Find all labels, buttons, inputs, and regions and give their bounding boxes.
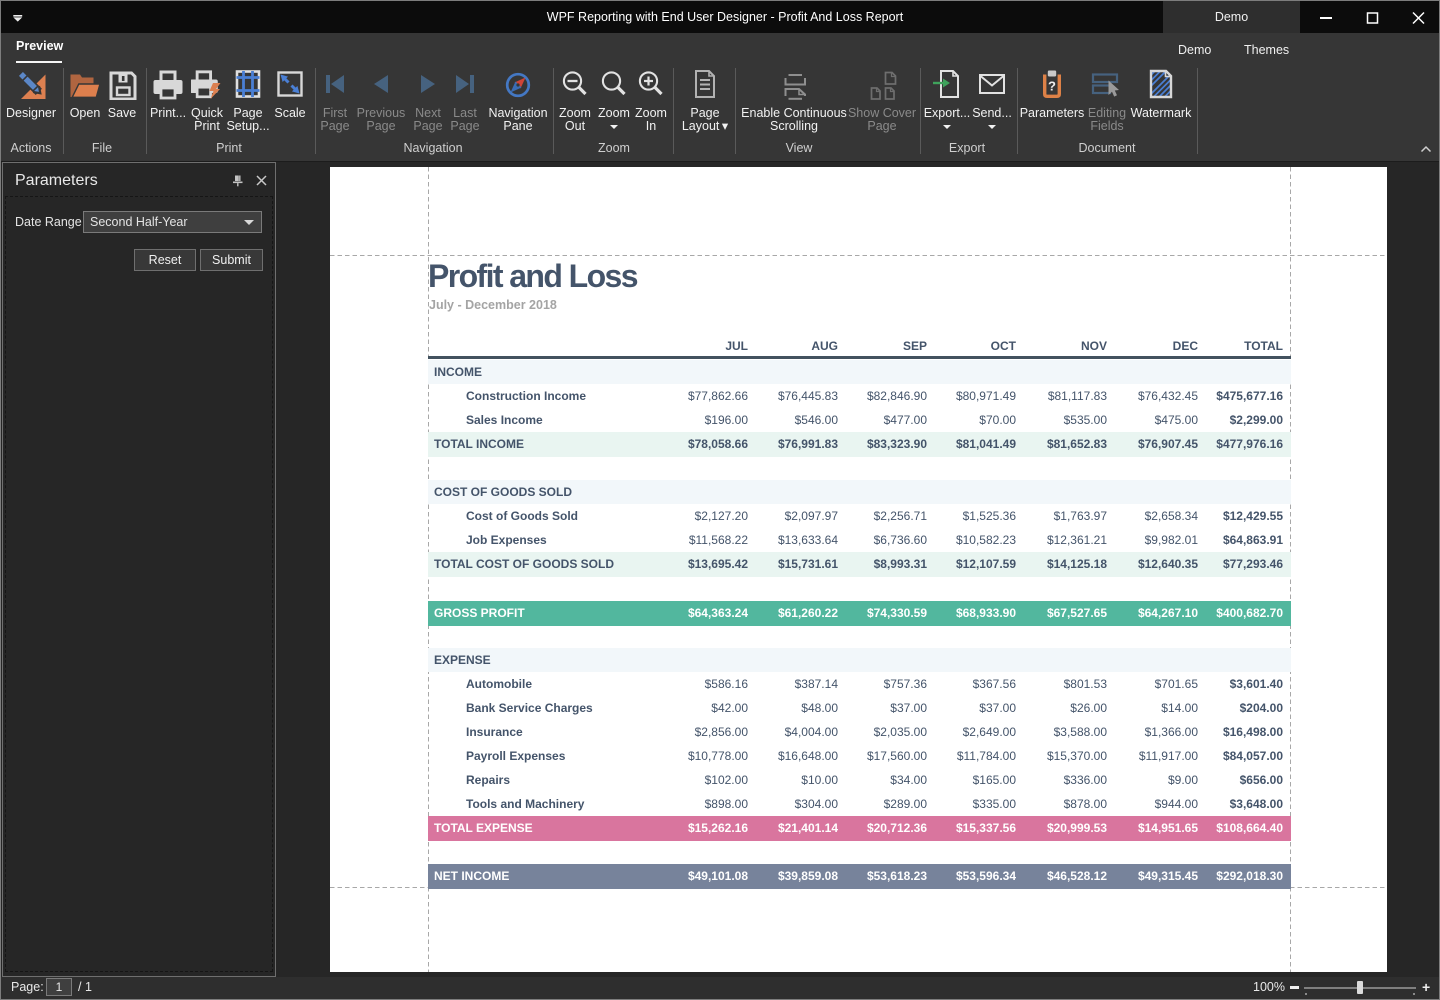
svg-text:?: ? — [1048, 79, 1056, 94]
